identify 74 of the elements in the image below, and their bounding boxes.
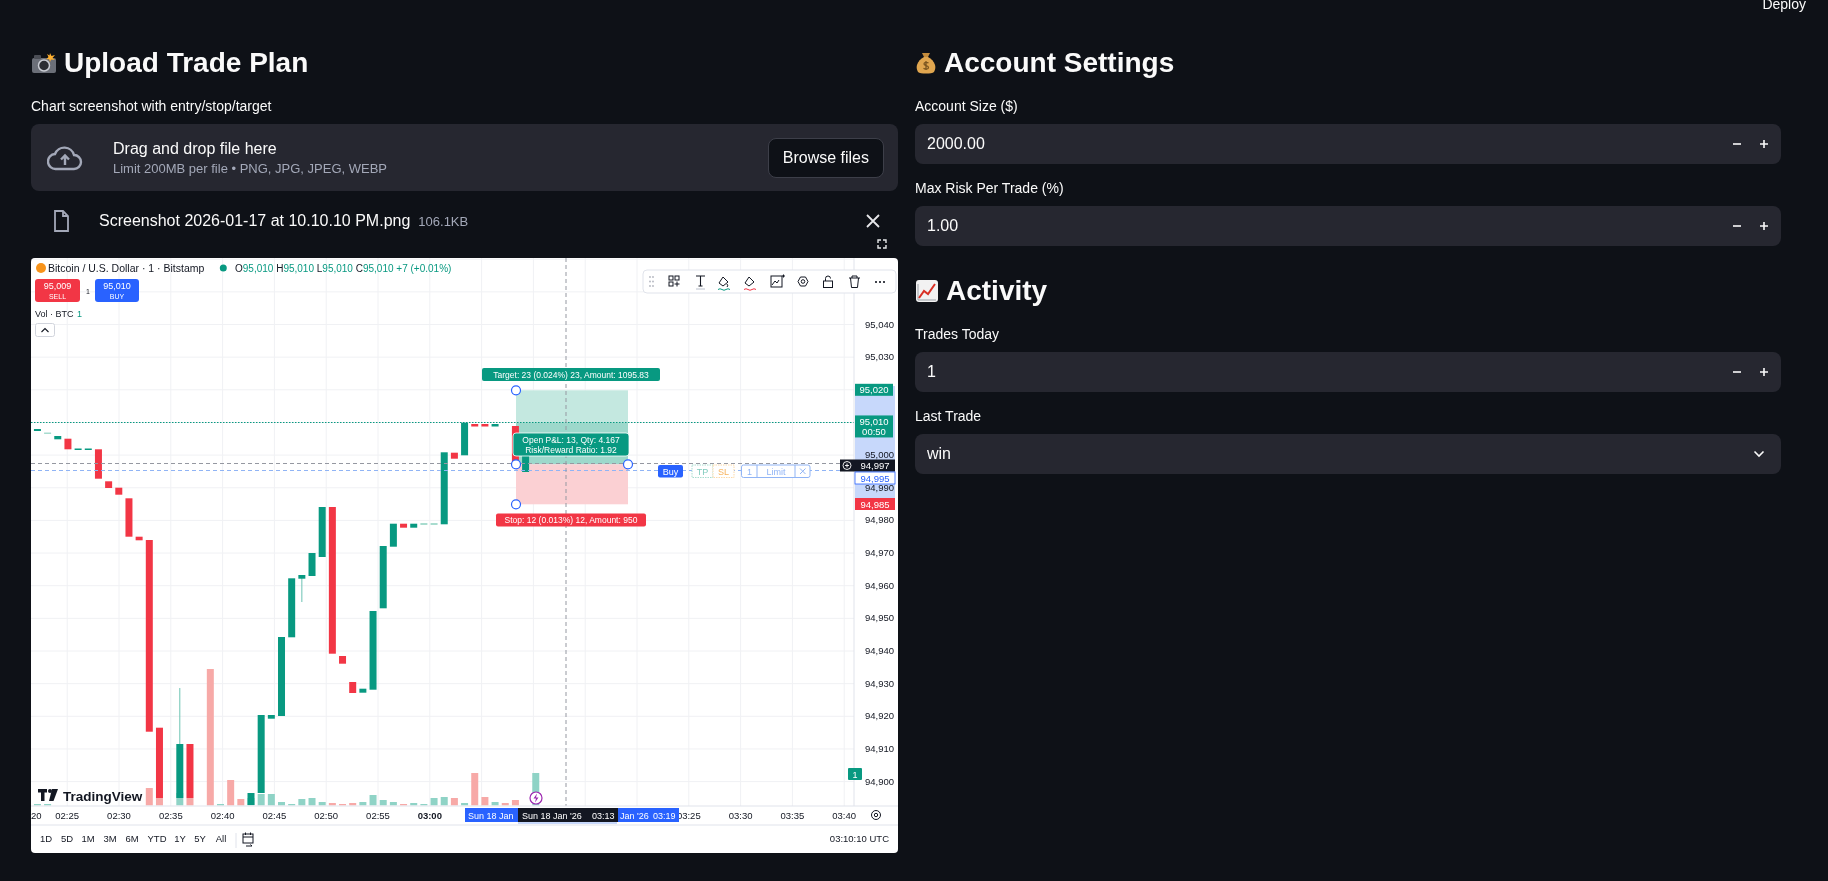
price-label: 94,910 [865, 742, 895, 754]
field-label: Last Trade [915, 407, 982, 425]
volume-value: 1 [77, 309, 82, 319]
order-quantity: 1 [747, 466, 752, 477]
time-label: 03:35 [780, 809, 805, 821]
file-name: Screenshot 2026-01-17 at 10.10.10 PM.png [99, 212, 411, 230]
price-label: 94,950 [865, 612, 895, 624]
section-title: Activity [946, 274, 1048, 308]
browse-files-button[interactable]: Browse files [767, 137, 884, 178]
range-start-label: Sun 18 Jan [465, 808, 519, 822]
value-input[interactable]: 1.00 [927, 217, 1723, 235]
timeframe-button[interactable]: YTD [147, 833, 167, 844]
section-title: Account Settings [944, 46, 1175, 80]
range-end-time: 03:19 [653, 810, 676, 821]
range-end-date: Jan '26 [620, 810, 649, 821]
order-side-button[interactable]: Buy [658, 465, 683, 478]
time-label: 02:50 [314, 809, 339, 821]
timeframe-button[interactable]: 6M [125, 833, 139, 844]
timeframe-button[interactable]: 3M [103, 833, 117, 844]
file-size: 106.1KB [418, 213, 469, 229]
timeframe-button[interactable]: 1D [39, 833, 53, 844]
time-label: 02:45 [262, 809, 287, 821]
value-input[interactable]: 2000.00 [927, 135, 1723, 153]
time-label: 03:40 [832, 809, 857, 821]
price-label: 94,930 [865, 677, 895, 689]
cursor-time: 03:13 [592, 810, 615, 821]
time-label: 02:40 [210, 809, 235, 821]
timeframe-button[interactable]: 5D [60, 833, 74, 844]
time-label: 03:30 [728, 809, 753, 821]
dropzone-title: Drag and drop file here [113, 139, 277, 158]
section-title: Upload Trade Plan [64, 46, 309, 80]
order-type: Limit [766, 466, 786, 477]
dropzone-hint: Limit 200MB per file • PNG, JPG, JPEG, WEBP [113, 160, 387, 176]
volume-label: Vol · BTC [35, 309, 74, 319]
number-field[interactable]: 1 [915, 352, 1781, 392]
price-label: 95,000 [865, 449, 895, 461]
price-label: 94,960 [865, 579, 895, 591]
time-label: 02:35 [158, 809, 183, 821]
symbol-title: Bitcoin / U.S. Dollar · 1 · Bitstamp [48, 261, 205, 274]
logo-text: TradingView [63, 788, 143, 804]
price-label: 95,040 [865, 318, 895, 330]
time-label: 02:30 [107, 809, 131, 821]
pnl-label: Open P&L: 13, Qty: 4.167 Risk/Reward Ratio: 1.92 [512, 432, 630, 457]
price-tag: 94,995 [854, 471, 896, 485]
time-label: 02:55 [366, 809, 390, 821]
timeframe-button[interactable]: 1M [81, 833, 95, 844]
cursor-date: Sun 18 Jan '26 [522, 810, 582, 821]
timeframe-button[interactable]: 5Y [194, 833, 206, 844]
price-tag: 94,985 [855, 498, 895, 510]
time-label: 03:00 [417, 809, 442, 821]
field-label: Max Risk Per Trade (%) [915, 179, 1064, 197]
value-input[interactable]: 1 [927, 363, 1723, 381]
ohlc-values: O95,010 H95,010 L95,010 C95,010 +7 (+0.01%) [235, 262, 452, 274]
clock: 03:10:10 UTC [829, 833, 889, 844]
field-label: Account Size ($) [915, 97, 1018, 115]
number-field[interactable]: 2000.00 [915, 124, 1781, 164]
time-label: 02:25 [55, 809, 80, 821]
timeframe-button[interactable]: 1Y [174, 833, 186, 844]
field-label: Trades Today [915, 325, 1000, 343]
price-tag: 95,010 00:50 [855, 415, 893, 438]
time-label: 20 [31, 809, 42, 821]
select-field[interactable]: win [915, 434, 1781, 474]
price-label: 94,940 [865, 645, 895, 656]
price-label: 94,920 [865, 710, 895, 722]
number-field[interactable]: 1.00 [915, 206, 1781, 246]
file-dropzone[interactable]: Drag and drop file here Limit 200MB per file • PNG, JPG, JPEG, WEBP Browse files [31, 124, 898, 191]
target-label: Target: 23 (0.024%) 23, Amount: 1095.83 [482, 368, 660, 381]
field-label: Chart screenshot with entry/stop/target [31, 97, 272, 115]
price-label: 94,980 [865, 514, 895, 526]
price-label: 95,030 [865, 351, 895, 363]
price-label: 94,900 [865, 775, 895, 787]
timeframe-button[interactable]: All [215, 833, 227, 844]
price-label: 94,970 [865, 547, 895, 559]
volume-badge: 1 [848, 768, 862, 780]
